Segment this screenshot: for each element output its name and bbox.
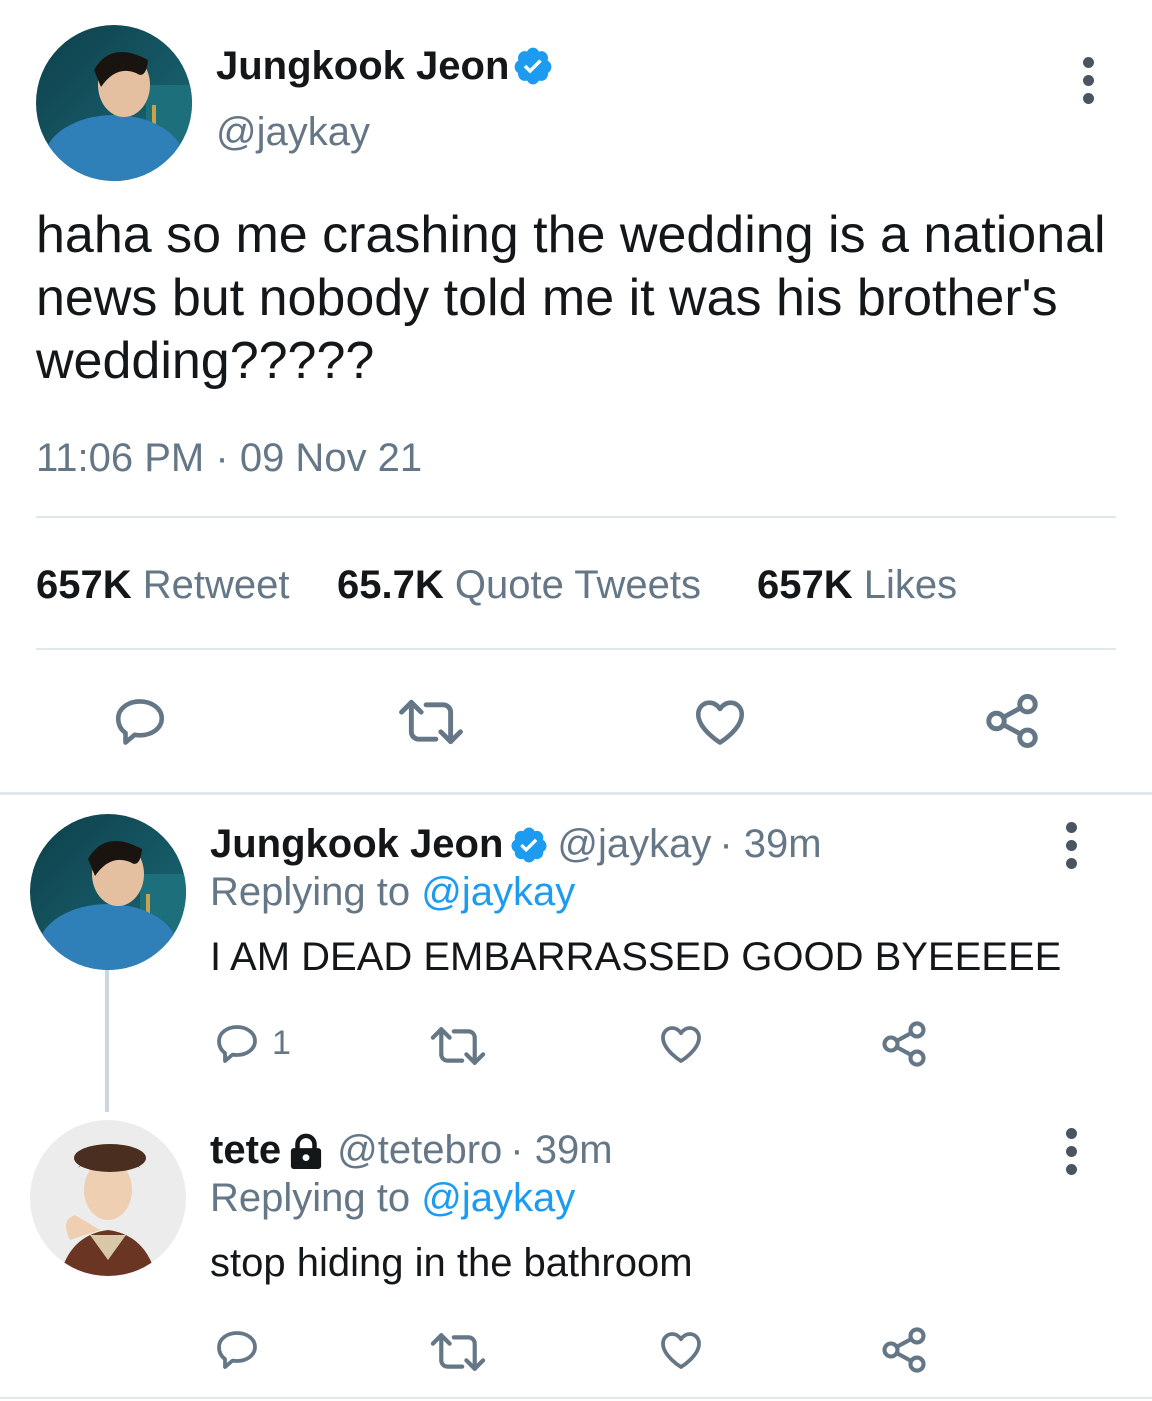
replying-to: Replying to @jaykay [210, 870, 575, 915]
tweet-text: haha so me crashing the wedding is a nat… [36, 206, 1106, 390]
replying-to-handle[interactable]: @jaykay [421, 870, 575, 914]
author-avatar[interactable] [36, 25, 192, 181]
divider [36, 516, 1116, 518]
reply-author-name[interactable]: Jungkook Jeon [210, 822, 503, 867]
more-options-icon[interactable] [1063, 822, 1079, 869]
section-divider [0, 792, 1152, 795]
author-handle[interactable]: @jaykay [216, 110, 370, 155]
quotes-label: Quote Tweets [454, 563, 701, 607]
reply-text: stop hiding in the bathroom [210, 1241, 693, 1285]
reply-time: · 39m [510, 1128, 613, 1172]
reply-header: Jungkook Jeon @jaykay · 39m [210, 822, 822, 867]
retweets-label: Retweet [142, 563, 290, 607]
retweet-icon[interactable] [428, 1329, 488, 1375]
tweet-date: 09 Nov 21 [239, 436, 423, 480]
thread-line [105, 970, 109, 1112]
likes-stat[interactable]: 657K Likes [757, 563, 957, 608]
reply-text: I AM DEAD EMBARRASSED GOOD BYEEEEE [210, 935, 1062, 979]
like-icon[interactable] [656, 1326, 706, 1374]
divider [36, 648, 1116, 650]
reply-author-handle[interactable]: @jaykay [557, 822, 711, 867]
reply-icon[interactable] [212, 1326, 262, 1374]
replying-to-label: Replying to [210, 870, 411, 914]
likes-count: 657K [757, 563, 853, 607]
more-options-icon[interactable] [1080, 57, 1096, 104]
quotes-count: 65.7K [337, 563, 444, 607]
verified-badge-icon [512, 45, 554, 87]
reply-author-handle[interactable]: @tetebro [337, 1128, 502, 1173]
reply-avatar[interactable] [30, 814, 186, 970]
reply-author-name[interactable]: tete [210, 1128, 281, 1173]
like-icon[interactable] [656, 1020, 706, 1068]
share-icon[interactable] [878, 1018, 930, 1070]
lock-icon [289, 1132, 323, 1170]
replying-to-handle[interactable]: @jaykay [421, 1176, 575, 1220]
tweet-timestamp: 11:06 PM · 09 Nov 21 [36, 436, 422, 481]
author-name[interactable]: Jungkook Jeon [216, 44, 509, 89]
like-icon[interactable] [690, 693, 750, 751]
reply-time: · 39m [719, 822, 822, 866]
replying-to: Replying to @jaykay [210, 1176, 575, 1221]
share-icon[interactable] [878, 1324, 930, 1376]
quote-tweets-stat[interactable]: 65.7K Quote Tweets [337, 563, 701, 608]
reply-icon[interactable] [110, 693, 170, 751]
retweet-icon[interactable] [396, 695, 466, 749]
likes-label: Likes [863, 563, 958, 607]
retweet-icon[interactable] [428, 1023, 488, 1069]
reply-avatar[interactable] [30, 1120, 186, 1276]
replying-to-label: Replying to [210, 1176, 411, 1220]
share-icon[interactable] [980, 690, 1044, 752]
retweets-count: 657K [36, 563, 132, 607]
reply-header: tete @tetebro · 39m [210, 1128, 613, 1173]
reply-icon[interactable] [212, 1020, 262, 1068]
date-separator: · [215, 436, 229, 480]
tweet-time: 11:06 PM [36, 436, 205, 480]
retweets-stat[interactable]: 657K Retweet [36, 563, 290, 608]
bottom-divider [0, 1397, 1152, 1399]
more-options-icon[interactable] [1063, 1128, 1079, 1175]
verified-badge-icon [509, 825, 549, 865]
reply-count: 1 [272, 1024, 291, 1062]
